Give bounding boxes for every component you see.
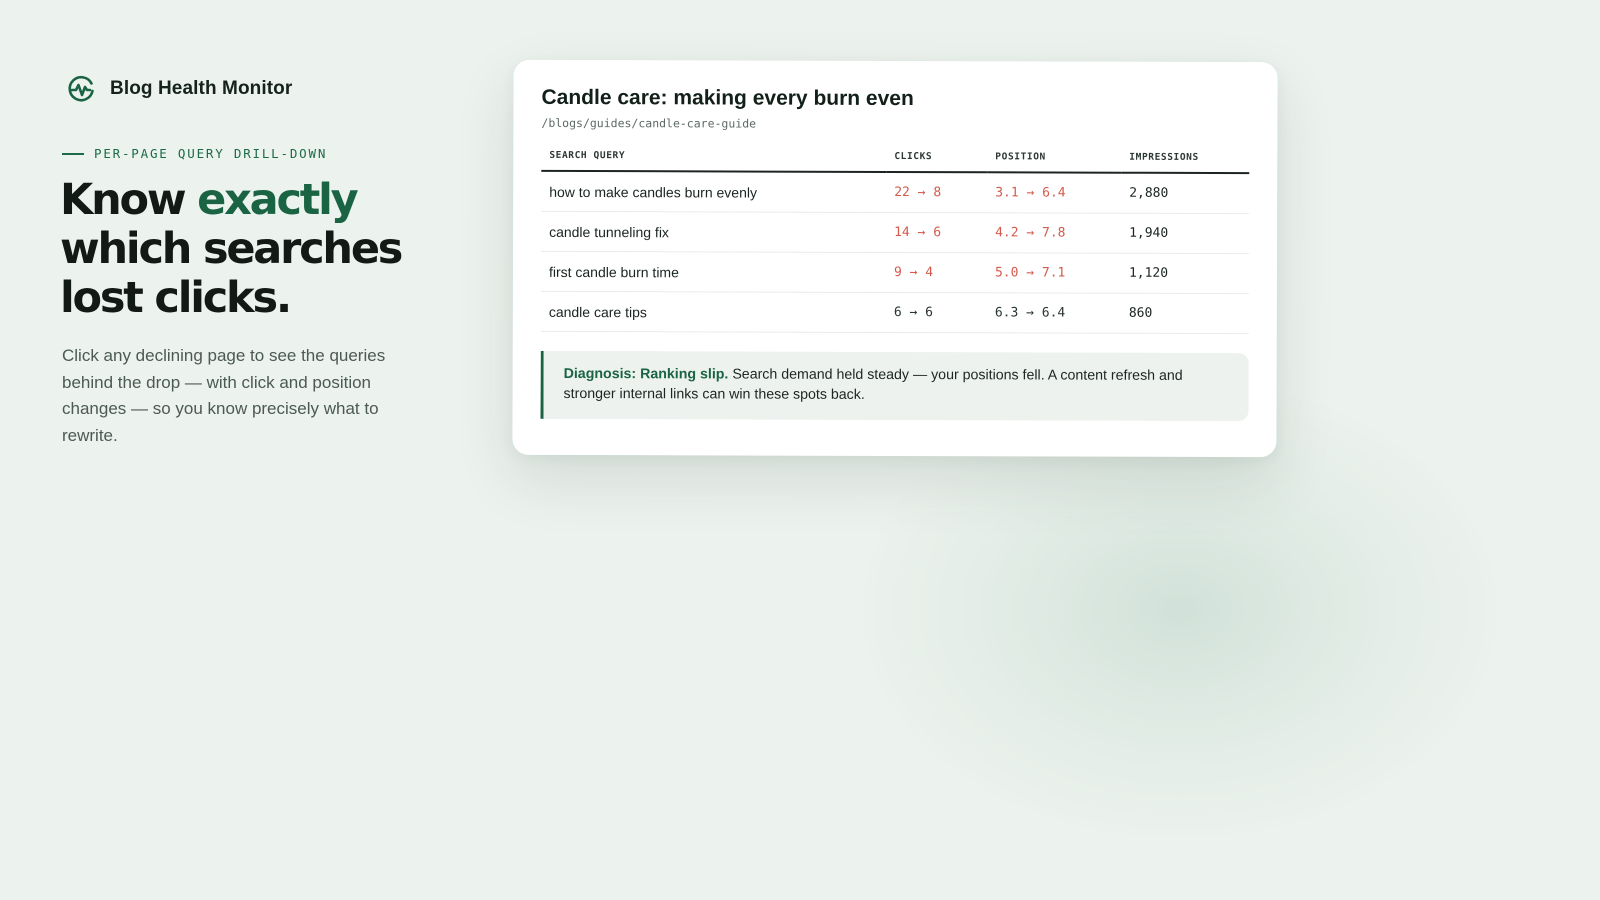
column-header-impressions[interactable]: IMPRESSIONS [1121, 151, 1250, 174]
eyebrow: PER-PAGE QUERY DRILL-DOWN [62, 146, 327, 161]
query-cell: how to make candles burn evenly [541, 170, 887, 213]
query-cell: candle tunneling fix [541, 211, 887, 253]
column-header-query[interactable]: SEARCH QUERY [541, 149, 887, 172]
clicks-cell: 6 → 6 [885, 292, 987, 333]
diagnosis-callout: Diagnosis: Ranking slip. Search demand h… [540, 350, 1249, 422]
query-cell: candle care tips [540, 291, 886, 333]
query-cell: first candle burn time [540, 251, 887, 293]
headline-accent: exactly [197, 175, 359, 225]
pulse-wave-icon [68, 75, 94, 102]
impressions-cell: 2,880 [1121, 172, 1250, 214]
table-row[interactable]: candle tunneling fix 14 → 6 4.2 → 7.8 1,… [541, 211, 1250, 254]
clicks-cell: 9 → 4 [885, 252, 988, 293]
eyebrow-rule [62, 152, 84, 155]
clicks-cell: 22 → 8 [886, 171, 988, 213]
headline-lead: Know [60, 175, 198, 225]
card-title: Candle care: making every burn even [541, 85, 914, 111]
page-headline: Know exactly which searches lost clicks. [60, 176, 460, 323]
query-drilldown-card: Candle care: making every burn even /blo… [512, 59, 1278, 458]
brand[interactable]: Blog Health Monitor [66, 74, 292, 104]
diagnosis-label: Diagnosis: Ranking slip. [563, 365, 729, 383]
headline-rest: which searches lost clicks. [60, 224, 403, 323]
position-cell: 3.1 → 6.4 [987, 172, 1122, 214]
column-header-position[interactable]: POSITION [987, 151, 1122, 173]
position-cell: 4.2 → 7.8 [987, 212, 1122, 254]
position-cell: 6.3 → 6.4 [986, 292, 1121, 334]
table-header-row: SEARCH QUERY CLICKS POSITION IMPRESSIONS [541, 149, 1250, 174]
table-row[interactable]: candle care tips 6 → 6 6.3 → 6.4 860 [540, 291, 1249, 334]
brand-name: Blog Health Monitor [110, 78, 293, 99]
hero-description: Click any declining page to see the quer… [62, 346, 386, 445]
clicks-cell: 14 → 6 [886, 212, 988, 253]
table-row[interactable]: first candle burn time 9 → 4 5.0 → 7.1 1… [540, 251, 1250, 294]
page-path: /blogs/guides/candle-care-guide [541, 115, 757, 131]
impressions-cell: 1,120 [1120, 253, 1250, 294]
impressions-cell: 860 [1120, 293, 1249, 334]
table-row[interactable]: how to make candles burn evenly 22 → 8 3… [541, 170, 1250, 214]
eyebrow-label: PER-PAGE QUERY DRILL-DOWN [94, 146, 328, 161]
position-cell: 5.0 → 7.1 [986, 252, 1122, 294]
impressions-cell: 1,940 [1121, 213, 1250, 254]
column-header-clicks[interactable]: CLICKS [886, 150, 988, 173]
query-table: SEARCH QUERY CLICKS POSITION IMPRESSIONS… [540, 149, 1250, 334]
